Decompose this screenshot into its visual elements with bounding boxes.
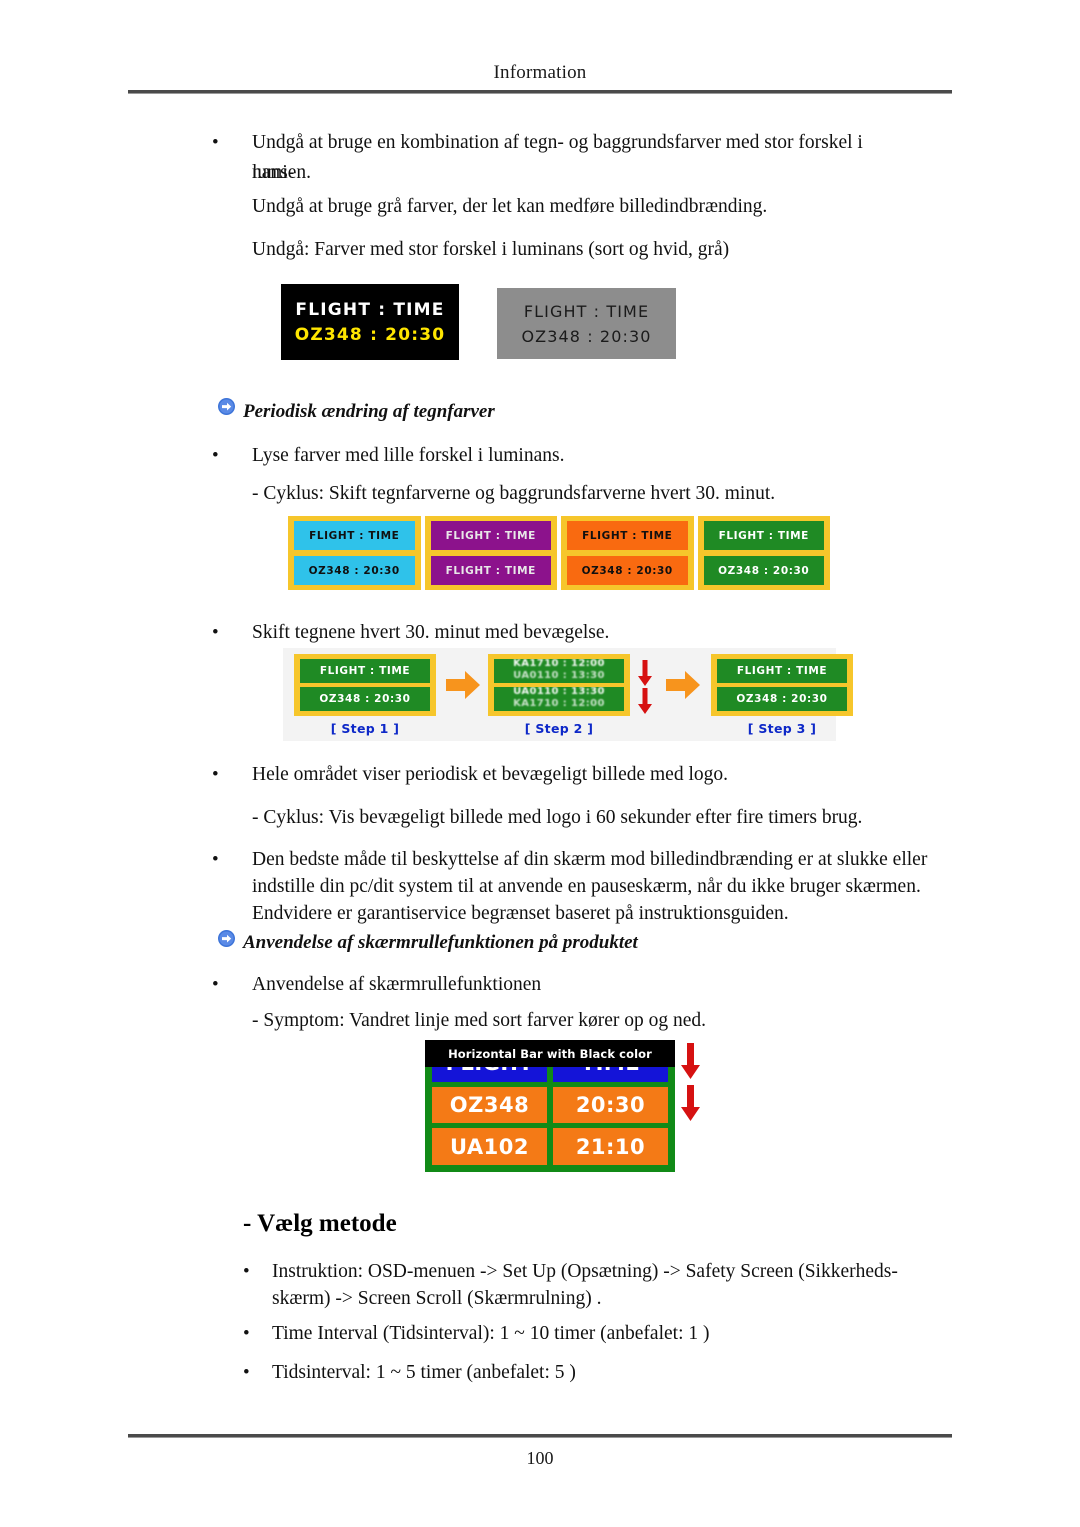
- section-heading-screen-scroll: Anvendelse af skærmrullefunktionen på pr…: [243, 932, 638, 953]
- paragraph-instruction-line2: skærm) -> Screen Scroll (Skærmrulning) .: [272, 1288, 602, 1309]
- figure-scroll-steps: FLIGHT : TIME OZ348 : 20:30 [ Step 1 ] K…: [283, 648, 853, 741]
- big-board-row: UA102 21:10: [432, 1128, 668, 1166]
- step-2-row1-text: KA1710 : 12:00: [513, 659, 605, 669]
- paragraph-tidsinterval: Tidsinterval: 1 ~ 5 timer (anbefalet: 5 …: [272, 1362, 576, 1383]
- orange-panel-row1: FLIGHT : TIME: [567, 521, 688, 550]
- paragraph-avoid-gray: Undgå at bruge grå farver, der let kan m…: [252, 196, 768, 217]
- arrow-bullet-icon: [218, 930, 235, 947]
- paragraph-best-protection-line2: indstille din pc/dit system til at anven…: [252, 876, 921, 897]
- step-1-label: [ Step 1 ]: [330, 721, 400, 736]
- figure-color-cycle-panels: FLIGHT : TIME OZ348 : 20:30 FLIGHT : TIM…: [288, 516, 830, 590]
- paragraph-cycle-logo-60s: - Cyklus: Vis bevægeligt billede med log…: [252, 807, 863, 828]
- figure-gray-flight-board: FLIGHT : TIME OZ348 : 20:30: [497, 288, 676, 359]
- color-panel-orange: FLIGHT : TIME OZ348 : 20:30: [561, 516, 694, 590]
- page-header-title: Information: [493, 62, 587, 83]
- paragraph-best-protection-line1: Den bedste måde til beskyttelse af din s…: [252, 849, 928, 870]
- down-arrow-icon: [681, 1043, 700, 1084]
- bullet-marker: •: [212, 764, 219, 785]
- figure-black-flight-board: FLIGHT : TIME OZ348 : 20:30: [281, 284, 459, 360]
- bullet-marker: •: [243, 1323, 250, 1344]
- step-2-row2-ghost: KA1710 : 12:00: [513, 698, 605, 709]
- black-board-row1: FLIGHT : TIME: [295, 299, 445, 320]
- down-arrow-icon: [638, 688, 652, 714]
- paragraph-symptom: - Symptom: Vandret linje med sort farver…: [252, 1010, 706, 1031]
- step-2-row2: UA0110 : 13:30 KA1710 : 12:00: [494, 687, 624, 711]
- gray-board-row1: FLIGHT : TIME: [523, 301, 650, 321]
- paragraph-avoid-luminance: Undgå: Farver med stor forskel i luminan…: [252, 239, 730, 260]
- step-2-row2-text: UA0110 : 13:30: [513, 687, 605, 697]
- paragraph-time-interval: Time Interval (Tidsinterval): 1 ~ 10 tim…: [272, 1323, 710, 1344]
- black-board-row2: OZ348 : 20:30: [294, 324, 446, 345]
- step-2-row1-ghost: UA0110 : 13:30: [513, 670, 605, 681]
- gray-board-row2: OZ348 : 20:30: [521, 326, 652, 346]
- paragraph-move-characters: Skift tegnene hvert 30. minut med bevæge…: [252, 622, 610, 643]
- down-arrow-icon: [681, 1085, 700, 1126]
- paragraph-best-protection-line3: Endvidere er garantiservice begrænset ba…: [252, 903, 789, 924]
- big-board-flight-2: UA102: [432, 1128, 547, 1166]
- paragraph-use-screen-scroll: Anvendelse af skærmrullefunktionen: [252, 974, 542, 995]
- step-2-label: [ Step 2 ]: [524, 721, 594, 736]
- cyan-panel-row2: OZ348 : 20:30: [294, 556, 415, 585]
- paragraph-light-colors: Lyse farver med lille forskel i luminans…: [252, 445, 565, 466]
- color-panel-cyan: FLIGHT : TIME OZ348 : 20:30: [288, 516, 421, 590]
- subsection-title-select-method: - Vælg metode: [243, 1210, 397, 1237]
- bullet-marker: •: [243, 1362, 250, 1383]
- step-2-row1: KA1710 : 12:00 UA0110 : 13:30: [494, 659, 624, 683]
- bullet-marker: •: [243, 1261, 250, 1282]
- header-divider: [128, 90, 952, 94]
- green-panel-row1: FLIGHT : TIME: [703, 521, 824, 550]
- color-panel-green: FLIGHT : TIME OZ348 : 20:30: [697, 516, 830, 590]
- orange-panel-row2: OZ348 : 20:30: [567, 556, 688, 585]
- bullet-marker: •: [212, 132, 219, 153]
- bullet-marker: •: [212, 849, 219, 870]
- document-page: Information • Undgå at bruge en kombinat…: [0, 0, 1080, 1527]
- step-1-board: FLIGHT : TIME OZ348 : 20:30: [294, 654, 436, 716]
- step-3-row2: OZ348 : 20:30: [717, 687, 847, 711]
- purple-panel-row1: FLIGHT : TIME: [430, 521, 551, 550]
- cyan-panel-row1: FLIGHT : TIME: [294, 521, 415, 550]
- color-panel-purple: FLIGHT : TIME FLIGHT : TIME: [424, 516, 557, 590]
- bullet-marker: •: [212, 622, 219, 643]
- right-arrow-icon: [666, 670, 700, 700]
- step-3-board: FLIGHT : TIME OZ348 : 20:30: [711, 654, 853, 716]
- big-board-flight-1: OZ348: [432, 1086, 547, 1124]
- green-panel-row2: OZ348 : 20:30: [703, 556, 824, 585]
- bullet-marker: •: [212, 445, 219, 466]
- section-heading-periodic-color-change: Periodisk ændring af tegnfarver: [243, 401, 495, 422]
- right-arrow-icon: [446, 670, 480, 700]
- big-board-time-1: 20:30: [553, 1086, 668, 1124]
- purple-panel-row2: FLIGHT : TIME: [430, 556, 551, 585]
- step-2-board: KA1710 : 12:00 UA0110 : 13:30 UA0110 : 1…: [488, 654, 630, 716]
- bullet-marker: •: [212, 974, 219, 995]
- step-1-row2: OZ348 : 20:30: [300, 687, 430, 711]
- big-board-time-2: 21:10: [553, 1128, 668, 1166]
- page-number: 100: [526, 1448, 554, 1468]
- down-arrow-icon: [638, 660, 652, 686]
- paragraph-moving-image-logo: Hele området viser periodisk et bevægeli…: [252, 764, 728, 785]
- paragraph-avoid-contrast-line2: nansen.: [252, 162, 312, 183]
- paragraph-cycle-30min: - Cyklus: Skift tegnfarverne og baggrund…: [252, 483, 776, 504]
- arrow-bullet-icon: [218, 398, 235, 415]
- step-3-row1: FLIGHT : TIME: [717, 659, 847, 683]
- footer-divider: [128, 1434, 952, 1438]
- step-3-label: [ Step 3 ]: [747, 721, 817, 736]
- paragraph-instruction-line1: Instruktion: OSD-menuen -> Set Up (Opsæt…: [272, 1261, 898, 1282]
- step-1-row1: FLIGHT : TIME: [300, 659, 430, 683]
- horizontal-black-bar-overlay: Horizontal Bar with Black color: [425, 1040, 675, 1067]
- big-board-row: OZ348 20:30: [432, 1086, 668, 1124]
